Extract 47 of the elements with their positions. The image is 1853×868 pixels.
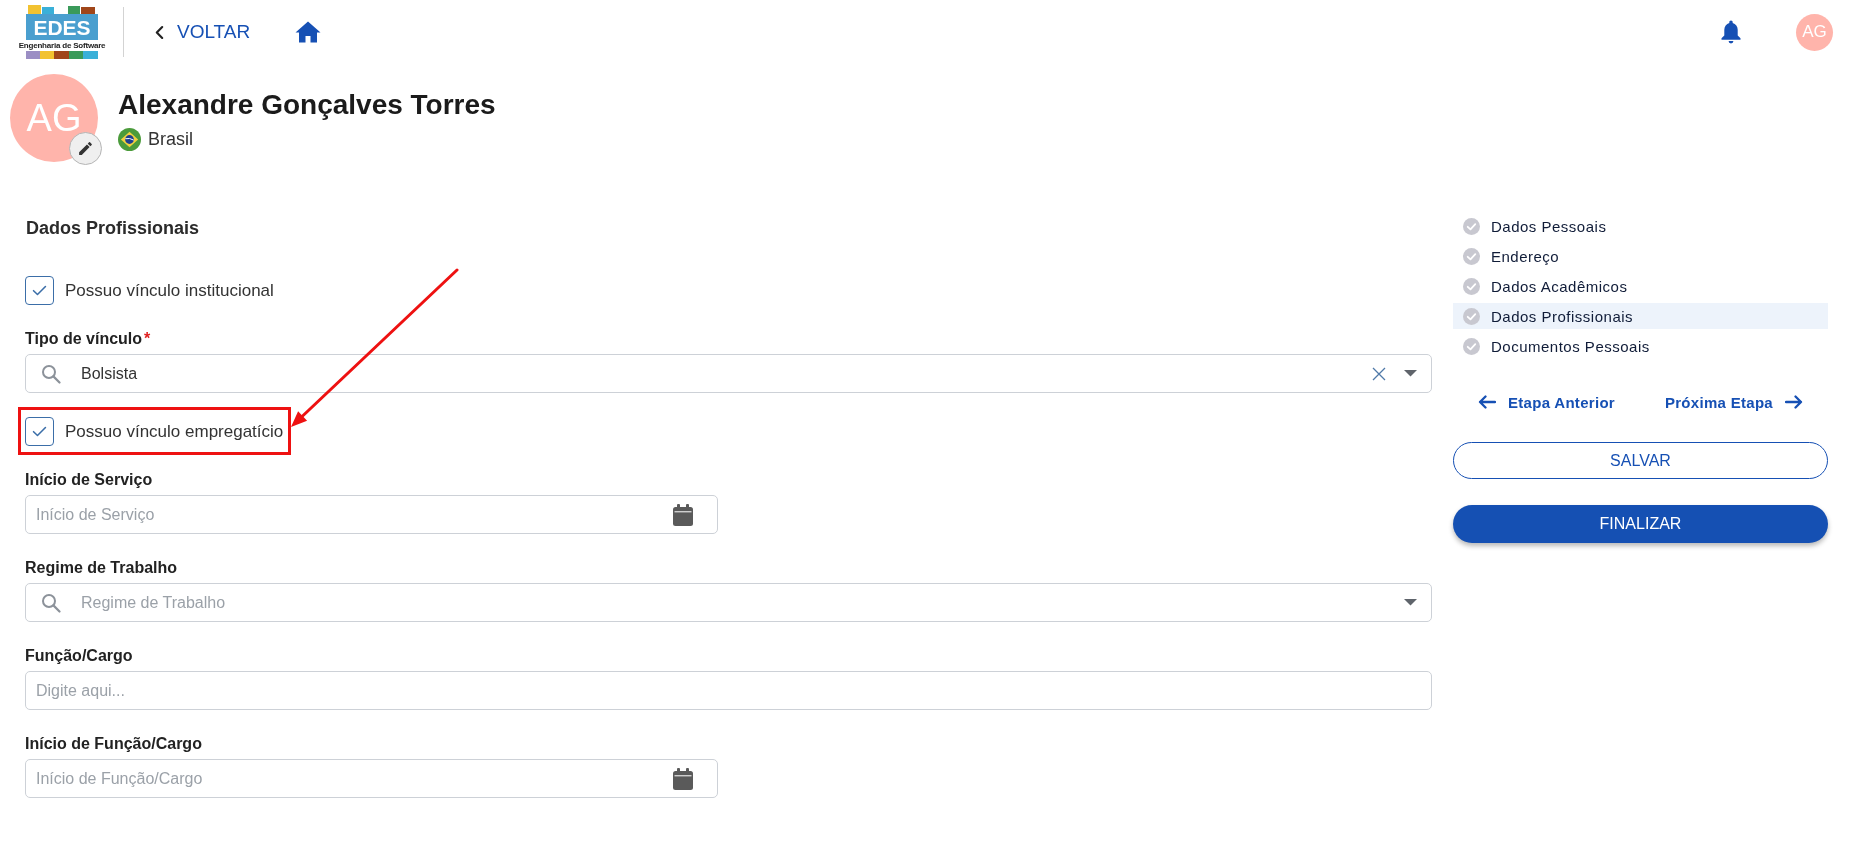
pencil-icon xyxy=(77,140,94,157)
profile-name: Alexandre Gonçalves Torres xyxy=(118,88,496,122)
bell-icon[interactable] xyxy=(1720,20,1742,44)
calendar-icon[interactable] xyxy=(673,503,693,526)
check-circle-icon xyxy=(1463,307,1480,325)
step-item[interactable]: Dados Profissionais xyxy=(1453,303,1828,329)
step-item[interactable]: Endereço xyxy=(1453,243,1828,269)
save-button[interactable]: SALVAR xyxy=(1453,442,1828,479)
checkbox-label: Possuo vínculo empregatício xyxy=(65,421,284,442)
search-icon xyxy=(41,363,61,384)
back-link[interactable]: VOLTAR xyxy=(155,21,251,43)
checkbox[interactable] xyxy=(25,417,54,446)
field-label: Início de Serviço xyxy=(25,470,154,490)
checkbox[interactable] xyxy=(25,276,54,305)
search-icon xyxy=(41,592,61,613)
step-item[interactable]: Dados Acadêmicos xyxy=(1453,273,1828,299)
arrow-right-icon xyxy=(1785,395,1803,409)
check-icon xyxy=(32,426,47,437)
logo: EDES Engenharia de Software xyxy=(12,5,112,59)
chevron-left-icon xyxy=(155,24,164,40)
check-icon xyxy=(32,285,47,296)
check-circle-icon xyxy=(1463,337,1480,355)
flag-icon xyxy=(118,128,141,151)
edit-photo-button[interactable] xyxy=(69,132,102,165)
field-label: Regime de Trabalho xyxy=(25,558,179,578)
field-label: Tipo de vínculo* xyxy=(25,329,152,349)
check-circle-icon xyxy=(1463,217,1480,235)
field-label: Início de Função/Cargo xyxy=(25,734,203,754)
check-circle-icon xyxy=(1463,277,1480,295)
step-item[interactable]: Documentos Pessoais xyxy=(1453,333,1828,359)
arrow-left-icon xyxy=(1478,395,1496,409)
check-circle-icon xyxy=(1463,247,1480,265)
field-label: Função/Cargo xyxy=(25,646,134,666)
caret-down-icon[interactable] xyxy=(1404,599,1417,606)
calendar-icon[interactable] xyxy=(673,767,693,790)
clear-icon[interactable] xyxy=(1372,366,1386,381)
caret-down-icon[interactable] xyxy=(1404,370,1417,377)
finish-button[interactable]: FINALIZAR xyxy=(1453,505,1828,543)
home-icon[interactable] xyxy=(295,21,322,43)
country-name: Brasil xyxy=(148,129,193,150)
step-item[interactable]: Dados Pessoais xyxy=(1453,213,1828,239)
checkbox-label: Possuo vínculo institucional xyxy=(65,280,274,301)
select-field[interactable]: Bolsista xyxy=(25,354,1432,393)
next-step-link[interactable]: Próxima Etapa xyxy=(1664,393,1803,411)
section-title: Dados Profissionais xyxy=(26,217,201,240)
previous-step-link[interactable]: Etapa Anterior xyxy=(1478,393,1615,411)
profile-avatar: AG xyxy=(10,74,98,162)
